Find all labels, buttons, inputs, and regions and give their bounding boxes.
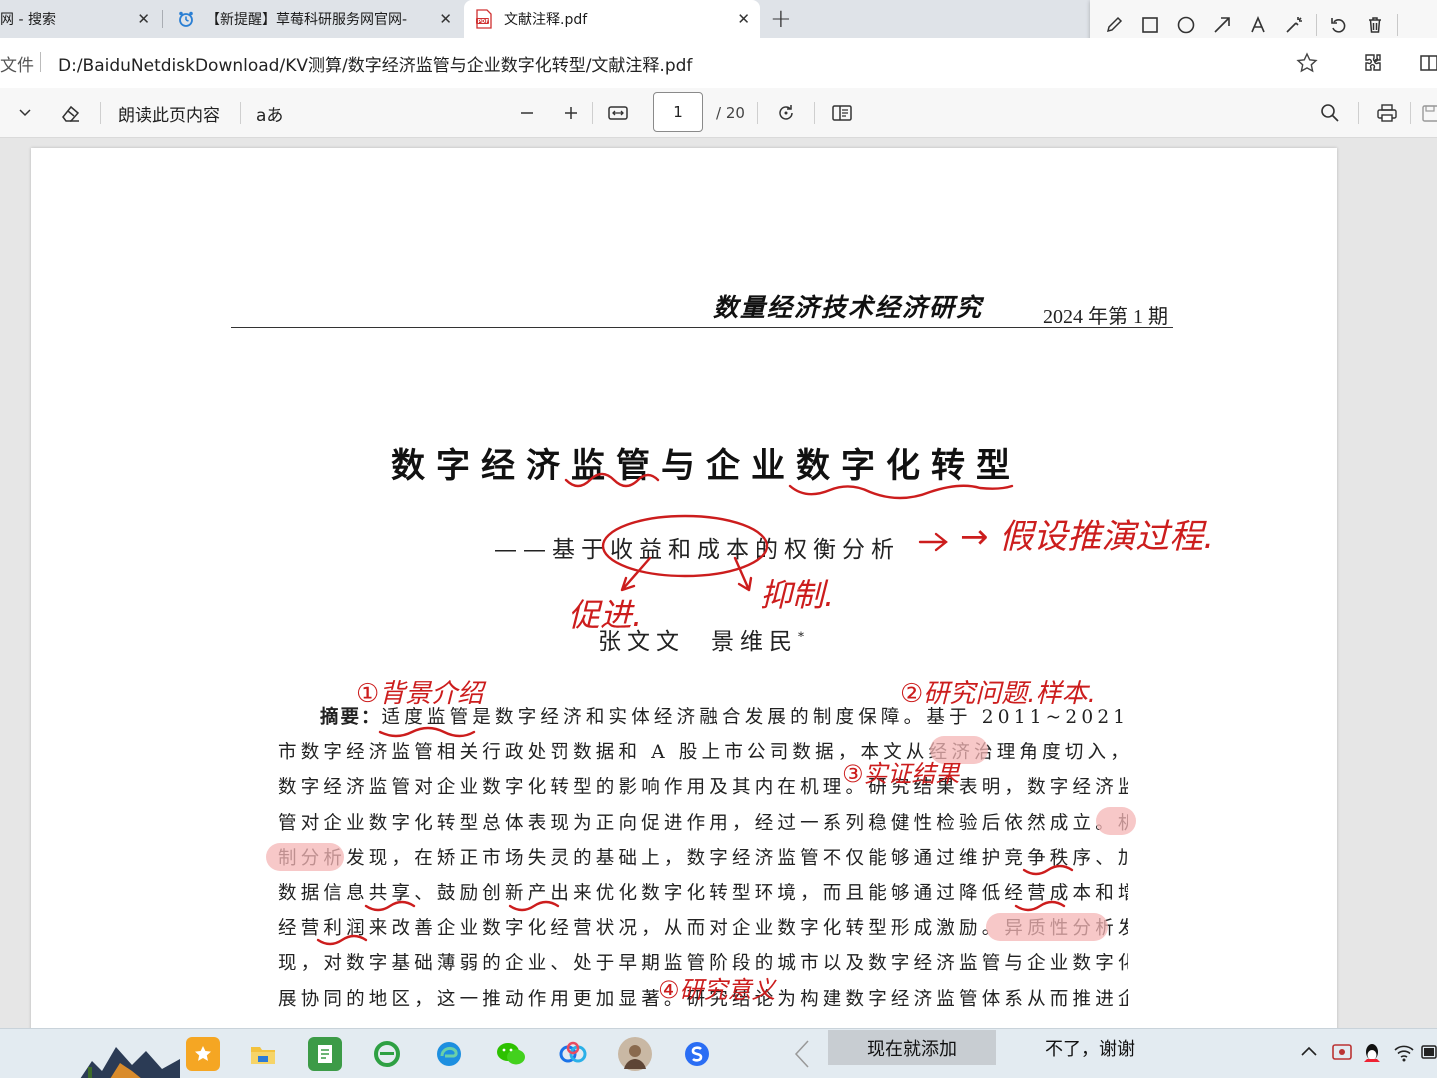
- tab-pdf[interactable]: PDF 文献注释.pdf ✕: [464, 0, 760, 38]
- avatar[interactable]: [618, 1037, 652, 1071]
- pdf-toolbar: 朗读此页内容 aあ / 20: [0, 88, 1437, 138]
- page-number-input[interactable]: 1: [653, 92, 703, 132]
- page-number-value: 1: [673, 103, 683, 121]
- page-total: / 20: [716, 100, 745, 126]
- divider: [100, 102, 101, 124]
- close-icon[interactable]: ✕: [737, 10, 750, 28]
- sound-manager-icon[interactable]: [1330, 1041, 1354, 1067]
- close-icon[interactable]: ✕: [137, 10, 150, 28]
- abstract-line: 管对企业数字化转型总体表现为正向促进作用，经过一系列稳健性检验后依然成立。机: [278, 812, 1128, 834]
- close-icon[interactable]: ✕: [439, 10, 452, 28]
- file-explorer-icon[interactable]: [246, 1037, 280, 1071]
- chevron-down-icon[interactable]: [14, 100, 36, 126]
- tab-label: 文献注释.pdf: [504, 12, 588, 28]
- text-options-label: aあ: [256, 105, 284, 126]
- search-icon[interactable]: [1318, 100, 1342, 126]
- divider: [1410, 102, 1411, 124]
- qq-icon[interactable]: [1360, 1041, 1384, 1069]
- journal-name: 数量经济技术经济研究: [713, 293, 984, 322]
- rotate-icon[interactable]: [774, 100, 798, 126]
- ie-browser-icon[interactable]: [370, 1037, 404, 1071]
- abstract-line: 数据信息共享、鼓励创新产出来优化数字化转型环境，而且能够通过降低经营成本和增加: [278, 882, 1128, 904]
- file-protocol-label: 文件: [0, 56, 34, 76]
- zoom-in-icon[interactable]: [560, 100, 582, 126]
- no-thanks-label: 不了，谢谢: [1045, 1038, 1135, 1060]
- add-now-button[interactable]: 现在就添加: [828, 1030, 996, 1065]
- abstract-text: 适度监管是数字经济和实体经济融合发展的制度保障。基于 2011~2021 年城: [381, 707, 1128, 728]
- abstract-line: 制分析发现，在矫正市场失灵的基础上，数字经济监管不仅能够通过维护竞争秩序、加强: [278, 847, 1128, 869]
- chevron-up-icon[interactable]: [1300, 1045, 1318, 1061]
- author-footnote-mark: *: [798, 629, 810, 644]
- pdf-icon: PDF: [474, 9, 494, 29]
- divider: [1316, 14, 1317, 36]
- wechat-icon[interactable]: [494, 1037, 528, 1071]
- alarm-clock-icon: [176, 9, 196, 29]
- text-options-button[interactable]: aあ: [256, 100, 283, 126]
- add-now-label: 现在就添加: [867, 1038, 957, 1060]
- divider: [757, 102, 758, 124]
- pdf-page: 数量经济技术经济研究 2024 年第 1 期 数字经济监管与企业数字化转型 ——…: [31, 148, 1337, 1048]
- tab-search[interactable]: 网 - 搜索 ✕: [0, 0, 160, 38]
- zoom-out-icon[interactable]: [516, 100, 538, 126]
- tab-divider: [162, 10, 163, 28]
- sogou-input-icon[interactable]: [680, 1037, 714, 1071]
- chevron-left-icon[interactable]: [790, 1037, 814, 1071]
- author-name: 景维民: [711, 629, 798, 655]
- header-rule: [231, 327, 1173, 328]
- address-bar: 文件 D:/BaiduNetdiskDownload/KV测算/数字经济监管与企…: [0, 38, 1437, 88]
- widgets-landscape-icon[interactable]: [80, 1041, 180, 1078]
- extensions-icon[interactable]: [1360, 50, 1386, 76]
- divider: [1358, 102, 1359, 124]
- new-tab-button[interactable]: +: [770, 4, 792, 34]
- document-area[interactable]: 数量经济技术经济研究 2024 年第 1 期 数字经济监管与企业数字化转型 ——…: [0, 138, 1437, 1048]
- page-view-icon[interactable]: [830, 100, 854, 126]
- abstract: 摘要：适度监管是数字经济和实体经济融合发展的制度保障。基于 2011~2021 …: [278, 700, 1128, 1017]
- browser-window: 网 - 搜索 ✕ 【新提醒】草莓科研服务网官网- ✕ PDF 文献注释.pdf …: [0, 0, 1437, 1078]
- no-thanks-button[interactable]: 不了，谢谢: [1000, 1030, 1180, 1065]
- print-icon[interactable]: [1374, 100, 1400, 126]
- page-total-label: / 20: [716, 104, 745, 122]
- baidu-netdisk-icon[interactable]: [556, 1037, 590, 1071]
- abstract-line: 展协同的地区，这一推动作用更加显著。研究结论为构建数字经济监管体系从而推进企: [278, 988, 1128, 1010]
- read-aloud-button[interactable]: 朗读此页内容: [118, 100, 220, 126]
- edge-browser-icon[interactable]: [432, 1037, 466, 1071]
- author-name: 张文文: [598, 629, 685, 655]
- notes-app-icon[interactable]: [308, 1037, 342, 1071]
- taskbar: 现在就添加 不了，谢谢: [0, 1028, 1437, 1078]
- divider: [240, 102, 241, 124]
- fit-width-icon[interactable]: [606, 100, 630, 126]
- abstract-line: 市数字经济监管相关行政处罚数据和 A 股上市公司数据，本文从经济治理角度切入，探…: [278, 742, 1128, 764]
- tab-label: 网 - 搜索: [0, 12, 56, 28]
- save-icon[interactable]: [1420, 100, 1437, 126]
- divider: [40, 52, 41, 72]
- battery-icon[interactable]: [1420, 1041, 1437, 1067]
- paper-title: 数字经济监管与企业数字化转型: [391, 446, 1021, 486]
- abstract-line: 现，对数字基础薄弱的企业、处于早期监管阶段的城市以及数字经济监管与企业数字化发: [278, 953, 1128, 975]
- abstract-line: 摘要：适度监管是数字经济和实体经济融合发展的制度保障。基于 2011~2021 …: [278, 700, 1128, 735]
- favorites-app-icon[interactable]: [186, 1037, 220, 1071]
- abstract-label: 摘要：: [320, 707, 382, 728]
- split-screen-icon[interactable]: [1416, 50, 1437, 76]
- divider: [1397, 14, 1398, 36]
- divider: [592, 102, 593, 124]
- tab-caomei[interactable]: 【新提醒】草莓科研服务网官网- ✕: [166, 0, 462, 38]
- read-aloud-label: 朗读此页内容: [118, 105, 220, 126]
- wifi-icon[interactable]: [1392, 1041, 1416, 1067]
- svg-text:PDF: PDF: [478, 19, 489, 25]
- issue-number: 2024 年第 1 期: [1043, 306, 1168, 328]
- url-field[interactable]: D:/BaiduNetdiskDownload/KV测算/数字经济监管与企业数字…: [58, 51, 692, 76]
- paper-subtitle: ——基于收益和成本的权衡分析: [494, 537, 900, 563]
- divider: [814, 102, 815, 124]
- abstract-line: 数字经济监管对企业数字化转型的影响作用及其内在机理。研究结果表明，数字经济监: [278, 777, 1128, 799]
- authors: 张文文 景维民*: [598, 622, 810, 656]
- abstract-line: 经营利润来改善企业数字化经营状况，从而对企业数字化转型形成激励。异质性分析发: [278, 918, 1128, 940]
- tab-label: 【新提醒】草莓科研服务网官网-: [206, 12, 408, 28]
- favorite-star-icon[interactable]: [1294, 50, 1320, 76]
- eraser-icon[interactable]: [58, 100, 84, 126]
